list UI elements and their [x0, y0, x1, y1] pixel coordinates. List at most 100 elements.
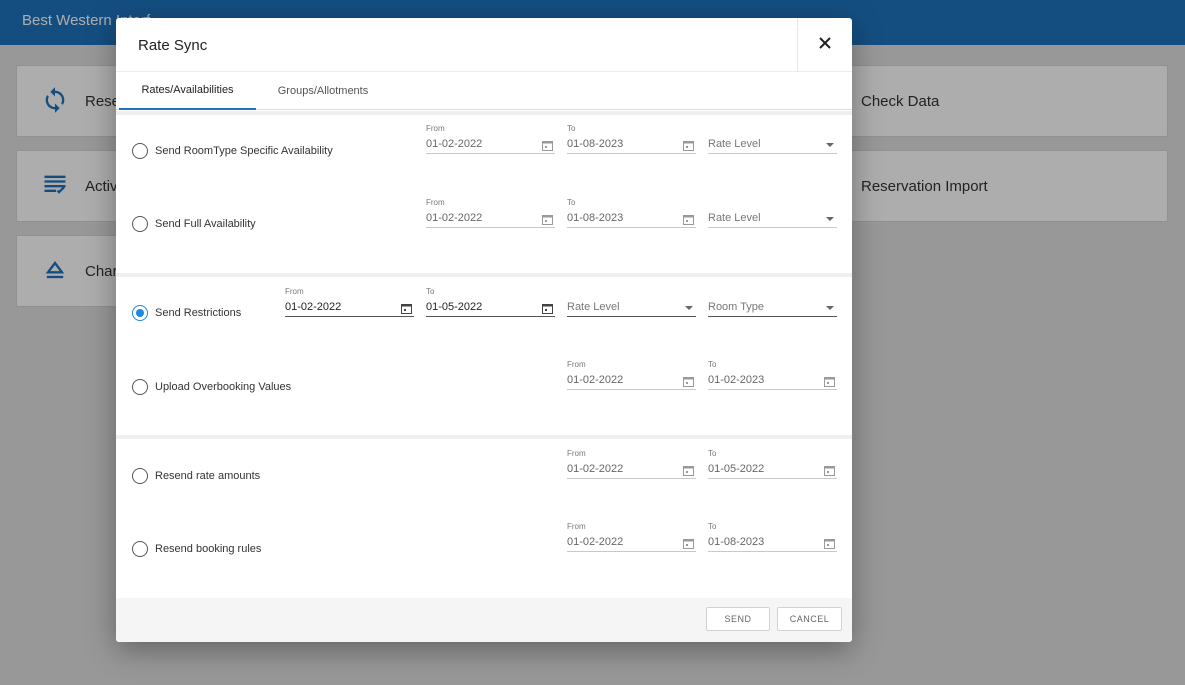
- tab-label: Rates/Availabilities: [141, 84, 234, 96]
- from-date-field[interactable]: From 01-02-2022: [285, 287, 414, 317]
- calendar-icon[interactable]: [683, 212, 694, 225]
- from-date-field[interactable]: From 01-02-2022: [567, 522, 696, 552]
- field-value: 01-08-2023: [567, 138, 624, 150]
- radio-resend-booking-rules[interactable]: Resend booking rules: [132, 541, 261, 557]
- radio-label: Resend booking rules: [155, 543, 262, 555]
- chevron-down-icon: [826, 143, 834, 147]
- field-underline: [567, 478, 696, 479]
- radio-label: Send Full Availability: [155, 218, 256, 230]
- radio-button[interactable]: [132, 379, 148, 395]
- tab-groups-allotments[interactable]: Groups/Allotments: [264, 72, 382, 110]
- radio-button[interactable]: [132, 216, 148, 232]
- field-label: From: [567, 360, 586, 369]
- field-value: 01-02-2022: [285, 301, 342, 313]
- calendar-icon[interactable]: [683, 374, 694, 387]
- field-label: To: [426, 287, 435, 296]
- rate-sync-dialog: Rate Sync Rates/Availabilities Groups/Al…: [116, 18, 852, 642]
- field-underline: [708, 551, 837, 552]
- calendar-icon[interactable]: [542, 301, 553, 314]
- field-value: 01-02-2022: [567, 374, 624, 386]
- tab-label: Groups/Allotments: [277, 85, 369, 97]
- button-label: SEND: [724, 614, 752, 624]
- chevron-down-icon: [826, 306, 834, 310]
- radio-button[interactable]: [132, 143, 148, 159]
- close-icon: [819, 36, 831, 54]
- field-underline: [426, 316, 555, 317]
- field-label: From: [567, 522, 586, 531]
- field-label: To: [567, 198, 576, 207]
- select-underline: [708, 227, 837, 228]
- radio-send-roomtype-availability[interactable]: Send RoomType Specific Availability: [132, 143, 333, 159]
- dialog-tabs: Rates/Availabilities Groups/Allotments: [116, 72, 852, 110]
- field-underline: [285, 316, 414, 317]
- rate-level-select[interactable]: Rate Level: [567, 287, 696, 317]
- radio-resend-rate-amounts[interactable]: Resend rate amounts: [132, 468, 260, 484]
- rate-level-select[interactable]: Rate Level: [708, 124, 837, 154]
- field-label: From: [285, 287, 304, 296]
- field-value: 01-02-2023: [708, 374, 765, 386]
- field-value: 01-08-2023: [567, 212, 624, 224]
- radio-button[interactable]: [132, 305, 148, 321]
- calendar-icon[interactable]: [824, 536, 835, 549]
- radio-send-restrictions[interactable]: Send Restrictions: [132, 305, 241, 321]
- field-value: 01-08-2023: [708, 536, 765, 548]
- field-value: 01-05-2022: [708, 463, 765, 475]
- calendar-icon[interactable]: [824, 374, 835, 387]
- chevron-down-icon: [685, 306, 693, 310]
- section-divider: [116, 111, 852, 115]
- select-underline: [567, 316, 696, 317]
- field-label: To: [708, 449, 717, 458]
- field-value: 01-02-2022: [567, 536, 624, 548]
- tab-rates-availabilities[interactable]: Rates/Availabilities: [119, 72, 256, 110]
- dialog-footer: SEND CANCEL: [116, 598, 852, 642]
- from-date-field[interactable]: From 01-02-2022: [426, 124, 555, 154]
- chevron-down-icon: [826, 217, 834, 221]
- to-date-field[interactable]: To 01-08-2023: [567, 124, 696, 154]
- from-date-field[interactable]: From 01-02-2022: [567, 360, 696, 390]
- field-label: From: [567, 449, 586, 458]
- section-divider: [116, 435, 852, 439]
- to-date-field[interactable]: To 01-08-2023: [708, 522, 837, 552]
- calendar-icon[interactable]: [683, 536, 694, 549]
- calendar-icon[interactable]: [542, 212, 553, 225]
- button-label: CANCEL: [789, 614, 830, 624]
- room-type-select[interactable]: Room Type: [708, 287, 837, 317]
- select-value: Rate Level: [567, 301, 620, 313]
- dialog-header: Rate Sync: [116, 18, 852, 72]
- to-date-field[interactable]: To 01-05-2022: [426, 287, 555, 317]
- calendar-icon[interactable]: [542, 138, 553, 151]
- select-value: Rate Level: [708, 138, 761, 150]
- field-underline: [708, 389, 837, 390]
- dialog-title: Rate Sync: [138, 37, 208, 54]
- calendar-icon[interactable]: [683, 138, 694, 151]
- radio-label: Upload Overbooking Values: [155, 381, 292, 393]
- calendar-icon[interactable]: [824, 463, 835, 476]
- to-date-field[interactable]: To 01-08-2023: [567, 198, 696, 228]
- from-date-field[interactable]: From 01-02-2022: [426, 198, 555, 228]
- radio-upload-overbooking[interactable]: Upload Overbooking Values: [132, 379, 291, 395]
- field-underline: [567, 551, 696, 552]
- to-date-field[interactable]: To 01-05-2022: [708, 449, 837, 479]
- from-date-field[interactable]: From 01-02-2022: [567, 449, 696, 479]
- field-value: 01-02-2022: [567, 463, 624, 475]
- calendar-icon[interactable]: [683, 463, 694, 476]
- radio-button[interactable]: [132, 468, 148, 484]
- radio-send-full-availability[interactable]: Send Full Availability: [132, 216, 256, 232]
- radio-button[interactable]: [132, 541, 148, 557]
- calendar-icon[interactable]: [401, 301, 412, 314]
- select-value: Rate Level: [708, 212, 761, 224]
- radio-label: Resend rate amounts: [155, 470, 261, 482]
- to-date-field[interactable]: To 01-02-2023: [708, 360, 837, 390]
- section-divider: [116, 273, 852, 277]
- field-label: From: [426, 124, 445, 133]
- field-value: 01-05-2022: [426, 301, 483, 313]
- cancel-button[interactable]: CANCEL: [777, 607, 842, 631]
- select-value: Room Type: [708, 301, 765, 313]
- rate-level-select[interactable]: Rate Level: [708, 198, 837, 228]
- field-label: To: [567, 124, 576, 133]
- close-button[interactable]: [797, 18, 852, 72]
- field-label: To: [708, 360, 717, 369]
- send-button[interactable]: SEND: [706, 607, 770, 631]
- field-underline: [708, 478, 837, 479]
- field-label: From: [426, 198, 445, 207]
